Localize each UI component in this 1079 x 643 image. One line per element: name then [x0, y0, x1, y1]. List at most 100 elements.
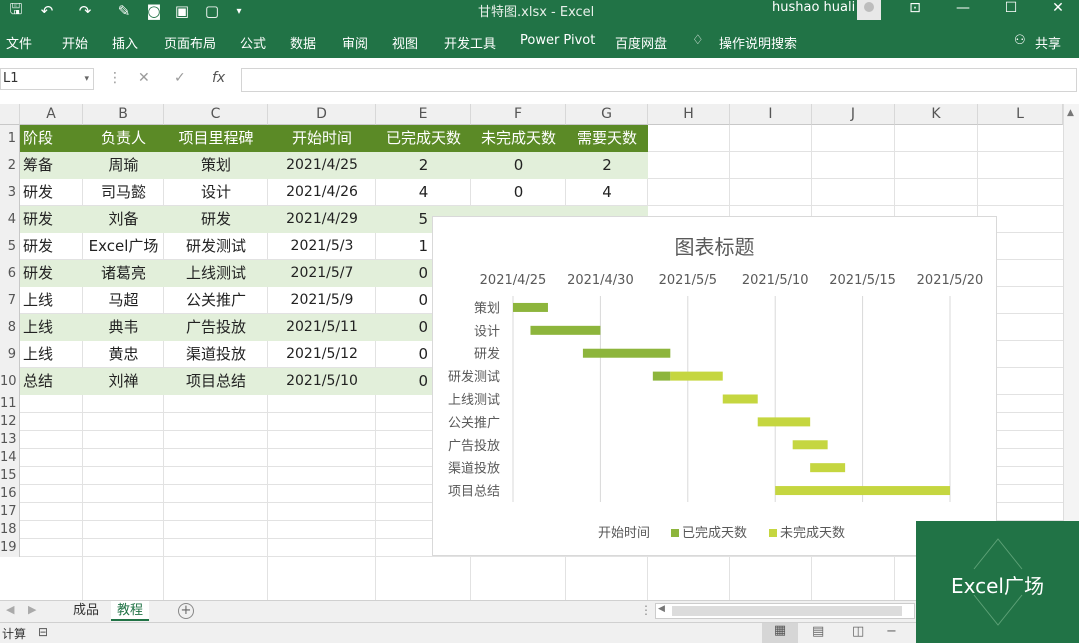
- page-break-view-icon[interactable]: ◫: [852, 624, 864, 639]
- column-header-g[interactable]: G: [566, 104, 648, 125]
- row-header-11[interactable]: 11: [0, 395, 20, 413]
- formula-input[interactable]: [241, 68, 1077, 92]
- table-cell[interactable]: 2021/5/10: [268, 368, 376, 395]
- table-cell[interactable]: 上线: [20, 314, 83, 341]
- column-header-b[interactable]: B: [83, 104, 164, 125]
- table-cell[interactable]: Excel广场: [83, 233, 164, 260]
- scroll-left-icon[interactable]: ◀: [658, 604, 665, 614]
- table-cell[interactable]: 研发: [20, 260, 83, 287]
- cancel-icon[interactable]: ✕: [138, 70, 150, 86]
- screen-capture-icon[interactable]: ▢: [202, 0, 222, 22]
- row-header-17[interactable]: 17: [0, 503, 20, 521]
- table-cell[interactable]: 0: [376, 341, 432, 368]
- table-cell[interactable]: 0: [376, 287, 432, 314]
- ribbon-display-icon[interactable]: ⊡: [905, 0, 925, 18]
- table-header-cell[interactable]: 负责人: [83, 125, 164, 152]
- column-header-d[interactable]: D: [268, 104, 376, 125]
- table-cell[interactable]: 2: [566, 152, 648, 179]
- tab-view[interactable]: 视图: [392, 33, 418, 52]
- insert-function-icon[interactable]: fx: [212, 70, 225, 86]
- maximize-icon[interactable]: ☐: [1001, 0, 1021, 18]
- bar-completed[interactable]: [582, 348, 671, 358]
- table-header-cell[interactable]: 未完成天数: [471, 125, 566, 152]
- bar-remaining[interactable]: [775, 486, 950, 496]
- chevron-down-icon[interactable]: ▾: [84, 69, 89, 89]
- table-cell[interactable]: 马超: [83, 287, 164, 314]
- gantt-chart[interactable]: 图表标题 2021/4/25 2021/4/30 2021/5/5 2021/5/10…: [432, 216, 997, 556]
- row-header-10[interactable]: 10: [0, 368, 20, 395]
- select-all-corner[interactable]: [0, 104, 20, 125]
- avatar[interactable]: [857, 0, 881, 20]
- zoom-out-icon[interactable]: −: [886, 624, 897, 639]
- tab-formulas[interactable]: 公式: [240, 33, 266, 52]
- row-header-3[interactable]: 3: [0, 179, 20, 206]
- table-header-cell[interactable]: 已完成天数: [376, 125, 471, 152]
- column-header-k[interactable]: K: [895, 104, 978, 125]
- share-icon[interactable]: ⚇: [1014, 33, 1026, 48]
- tab-home[interactable]: 开始: [62, 33, 88, 52]
- minimize-icon[interactable]: —: [953, 0, 973, 18]
- save-icon[interactable]: 🖫: [6, 0, 26, 22]
- tab-power-pivot[interactable]: Power Pivot: [520, 33, 595, 48]
- row-header-15[interactable]: 15: [0, 467, 20, 485]
- tab-data[interactable]: 数据: [290, 33, 316, 52]
- table-cell[interactable]: 研发: [20, 233, 83, 260]
- bar-completed[interactable]: [513, 302, 548, 312]
- column-header-c[interactable]: C: [164, 104, 268, 125]
- column-header-e[interactable]: E: [376, 104, 471, 125]
- column-header-i[interactable]: I: [730, 104, 812, 125]
- redo-icon[interactable]: ↷: [74, 0, 96, 22]
- table-cell[interactable]: 2021/5/7: [268, 260, 376, 287]
- horizontal-scrollbar[interactable]: ◀: [655, 603, 915, 619]
- row-header-2[interactable]: 2: [0, 152, 20, 179]
- table-cell[interactable]: 上线测试: [164, 260, 268, 287]
- table-cell[interactable]: 2: [376, 152, 471, 179]
- table-cell[interactable]: 设计: [164, 179, 268, 206]
- table-cell[interactable]: 0: [471, 179, 566, 206]
- table-header-cell[interactable]: 开始时间: [268, 125, 376, 152]
- camera-icon[interactable]: ◙: [144, 0, 164, 22]
- scroll-up-icon[interactable]: ▲: [1067, 108, 1074, 118]
- table-cell[interactable]: 研发: [20, 179, 83, 206]
- column-header-a[interactable]: A: [20, 104, 83, 125]
- sheet-tab-finished[interactable]: 成品: [67, 601, 105, 621]
- table-cell[interactable]: 2021/5/12: [268, 341, 376, 368]
- tab-insert[interactable]: 插入: [112, 33, 138, 52]
- row-header-5[interactable]: 5: [0, 233, 20, 260]
- row-header-18[interactable]: 18: [0, 521, 20, 539]
- table-cell[interactable]: 筹备: [20, 152, 83, 179]
- row-header-16[interactable]: 16: [0, 485, 20, 503]
- table-cell[interactable]: 5: [376, 206, 432, 233]
- row-header-6[interactable]: 6: [0, 260, 20, 287]
- table-cell[interactable]: 2021/5/3: [268, 233, 376, 260]
- sheet-next-icon[interactable]: ▶: [28, 603, 36, 616]
- table-cell[interactable]: 周瑜: [83, 152, 164, 179]
- row-header-9[interactable]: 9: [0, 341, 20, 368]
- row-header-19[interactable]: 19: [0, 539, 20, 557]
- row-header-4[interactable]: 4: [0, 206, 20, 233]
- table-cell[interactable]: 策划: [164, 152, 268, 179]
- bar-completed[interactable]: [530, 325, 601, 335]
- table-cell[interactable]: 1: [376, 233, 432, 260]
- page-layout-view-icon[interactable]: ▤: [812, 624, 824, 639]
- table-cell[interactable]: 司马懿: [83, 179, 164, 206]
- tab-page-layout[interactable]: 页面布局: [164, 33, 216, 52]
- bar-remaining[interactable]: [722, 394, 758, 404]
- column-header-l[interactable]: L: [978, 104, 1063, 125]
- bar-remaining[interactable]: [810, 463, 846, 473]
- table-cell[interactable]: 广告投放: [164, 314, 268, 341]
- bar-remaining[interactable]: [670, 371, 723, 381]
- scroll-thumb[interactable]: [672, 606, 902, 616]
- sheet-tab-tutorial[interactable]: 教程: [111, 601, 150, 621]
- table-cell[interactable]: 典韦: [83, 314, 164, 341]
- add-sheet-icon[interactable]: +: [178, 603, 194, 619]
- customize-toolbar-icon[interactable]: ▾: [232, 0, 246, 22]
- normal-view-icon[interactable]: ▦: [762, 623, 798, 643]
- format-painter-icon[interactable]: ✎: [114, 0, 134, 22]
- row-header-14[interactable]: 14: [0, 449, 20, 467]
- name-box[interactable]: L1 ▾: [0, 68, 94, 90]
- table-header-cell[interactable]: 项目里程碑: [164, 125, 268, 152]
- tab-baidu-netdisk[interactable]: 百度网盘: [615, 33, 667, 52]
- table-cell[interactable]: 研发: [20, 206, 83, 233]
- bar-completed[interactable]: [652, 371, 671, 381]
